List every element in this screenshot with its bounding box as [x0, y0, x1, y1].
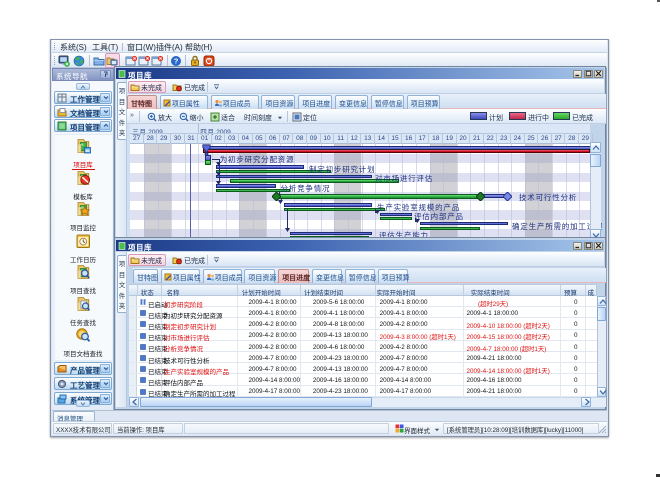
svg-text:?: ? — [174, 57, 179, 66]
